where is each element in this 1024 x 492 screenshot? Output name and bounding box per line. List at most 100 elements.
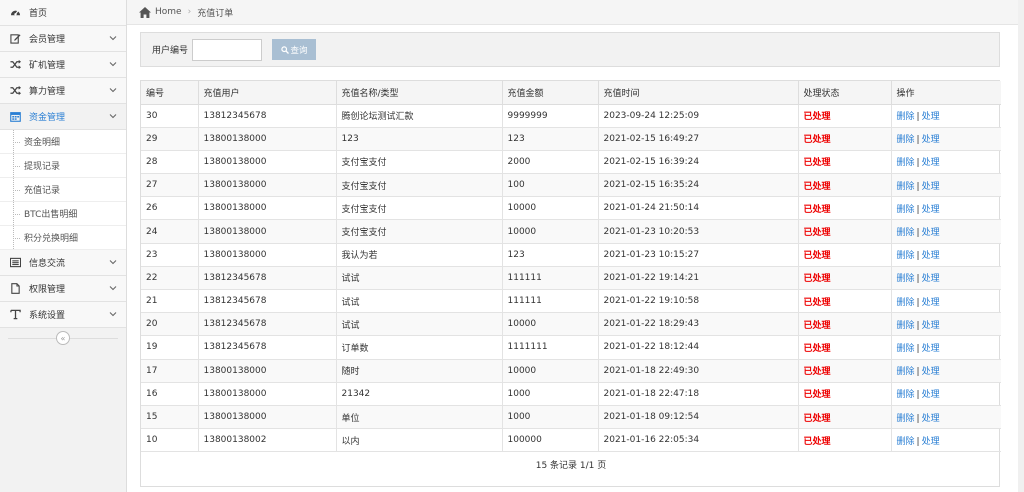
actions-cell: 删除 | 处理 (890, 358, 1001, 383)
time-cell: 2021-01-16 22:05:34 (597, 428, 799, 453)
breadcrumb: Home › 充值订单 (127, 0, 1024, 25)
delete-link[interactable]: 删除 (897, 112, 915, 122)
text-icon (9, 309, 21, 321)
delete-link[interactable]: 删除 (897, 321, 915, 331)
status-cell: 已处理 (797, 404, 892, 430)
status-cell: 已处理 (797, 242, 892, 267)
action-separator: | (916, 413, 920, 424)
page-scrollbar[interactable] (1018, 0, 1024, 492)
delete-link[interactable]: 删除 (897, 228, 915, 238)
handle-link[interactable]: 处理 (922, 321, 940, 331)
handle-link[interactable]: 处理 (922, 390, 940, 400)
handle-link[interactable]: 处理 (922, 135, 940, 145)
action-separator: | (916, 181, 920, 192)
table-row: 23 13800138000 我认为若 123 2021-01-23 10:15:27 已… (141, 242, 1001, 267)
time-cell: 2021-01-18 22:49:30 (597, 358, 799, 383)
order-id-cell: 21 (141, 288, 199, 314)
handle-link[interactable]: 处理 (922, 112, 940, 122)
actions-cell: 删除 | 处理 (890, 265, 1001, 291)
amount-cell: 1111111 (501, 335, 599, 360)
user-id-input[interactable] (192, 38, 263, 61)
order-id-cell: 27 (141, 173, 199, 198)
delete-link[interactable]: 删除 (897, 344, 915, 354)
amount-cell: 1000 (501, 381, 599, 406)
user-cell: 13800138000 (197, 358, 337, 383)
amount-cell: 10000 (501, 196, 599, 221)
amount-cell: 9999999 (501, 103, 599, 128)
user-cell: 13800138000 (197, 404, 337, 430)
time-cell: 2021-02-15 16:49:27 (597, 126, 799, 151)
status-cell: 已处理 (797, 335, 892, 360)
handle-link[interactable]: 处理 (922, 344, 940, 354)
time-cell: 2021-01-23 10:15:27 (597, 242, 799, 267)
main-content: 用户编号 查询 编号 充值用户 充值名称/类型 充值金额 充值时间 处理状态 操作 30 13… (127, 25, 1024, 492)
handle-link[interactable]: 处理 (922, 274, 940, 284)
handle-link[interactable]: 处理 (922, 182, 940, 192)
user-cell: 13812345678 (197, 312, 337, 337)
home-icon[interactable] (139, 6, 151, 18)
collapse-sidebar-icon[interactable]: « (56, 331, 70, 345)
amount-cell: 100 (501, 173, 599, 198)
sidebar-item-4[interactable]: 资金管理 (0, 104, 126, 130)
actions-cell: 删除 | 处理 (890, 126, 1001, 151)
amount-cell: 111111 (501, 265, 599, 291)
handle-link[interactable]: 处理 (922, 158, 940, 168)
delete-link[interactable]: 删除 (897, 437, 915, 447)
sidebar-item-6[interactable]: 权限管理 (0, 276, 126, 302)
sidebar-item-2[interactable]: 矿机管理 (0, 52, 126, 78)
status-cell: 已处理 (797, 103, 892, 128)
amount-cell: 1000 (501, 404, 599, 430)
table-row: 19 13812345678 订单数 1111111 2021-01-22 18:12:… (141, 335, 1001, 360)
actions-cell: 删除 | 处理 (890, 428, 1001, 453)
delete-link[interactable]: 删除 (897, 251, 915, 261)
list-icon (9, 257, 21, 269)
sidebar-item-7[interactable]: 系统设置 (0, 302, 126, 328)
sidebar-subitem-0[interactable]: 资金明细 (0, 130, 126, 154)
handle-link[interactable]: 处理 (922, 437, 940, 447)
recharge-type-cell: 支付宝支付 (335, 219, 503, 244)
delete-link[interactable]: 删除 (897, 135, 915, 145)
sidebar-item-3[interactable]: 算力管理 (0, 78, 126, 104)
status-cell: 已处理 (797, 288, 892, 314)
delete-link[interactable]: 删除 (897, 158, 915, 168)
table-row: 22 13812345678 试试 111111 2021-01-22 19:14:21… (141, 265, 1001, 291)
search-button[interactable]: 查询 (272, 39, 317, 60)
delete-link[interactable]: 删除 (897, 414, 915, 424)
status-cell: 已处理 (797, 173, 892, 198)
actions-cell: 删除 | 处理 (890, 312, 1001, 337)
status-cell: 已处理 (797, 358, 892, 383)
sidebar-subitem-2[interactable]: 充值记录 (0, 178, 126, 202)
action-separator: | (916, 158, 920, 169)
sidebar-subitem-4[interactable]: 积分兑换明细 (0, 226, 126, 250)
chevron-down-icon (109, 36, 117, 41)
column-header: 编号 (141, 81, 199, 105)
breadcrumb-home[interactable]: Home (155, 7, 182, 17)
delete-link[interactable]: 删除 (897, 274, 915, 284)
delete-link[interactable]: 删除 (897, 182, 915, 192)
handle-link[interactable]: 处理 (922, 228, 940, 238)
delete-link[interactable]: 删除 (897, 367, 915, 377)
sidebar-item-1[interactable]: 会员管理 (0, 26, 126, 52)
recharge-type-cell: 试试 (335, 312, 503, 337)
handle-link[interactable]: 处理 (922, 205, 940, 215)
sidebar-item-0[interactable]: 首页 (0, 0, 126, 26)
amount-cell: 2000 (501, 149, 599, 175)
handle-link[interactable]: 处理 (922, 367, 940, 377)
user-cell: 13800138000 (197, 242, 337, 267)
handle-link[interactable]: 处理 (922, 298, 940, 308)
action-separator: | (916, 228, 920, 239)
handle-link[interactable]: 处理 (922, 414, 940, 424)
sidebar-item-label: 会员管理 (29, 35, 66, 45)
delete-link[interactable]: 删除 (897, 390, 915, 400)
delete-link[interactable]: 删除 (897, 298, 915, 308)
delete-link[interactable]: 删除 (897, 205, 915, 215)
order-id-cell: 10 (141, 428, 199, 453)
sidebar-subitem-3[interactable]: BTC出售明细 (0, 202, 126, 226)
chevron-down-icon (109, 312, 117, 317)
action-separator: | (916, 320, 920, 331)
table-row: 15 13800138000 单位 1000 2021-01-18 09:12:54 已处… (141, 404, 1001, 430)
calendar-icon (9, 111, 21, 123)
sidebar-item-5[interactable]: 信息交流 (0, 250, 126, 276)
handle-link[interactable]: 处理 (922, 251, 940, 261)
sidebar-subitem-1[interactable]: 提现记录 (0, 154, 126, 178)
